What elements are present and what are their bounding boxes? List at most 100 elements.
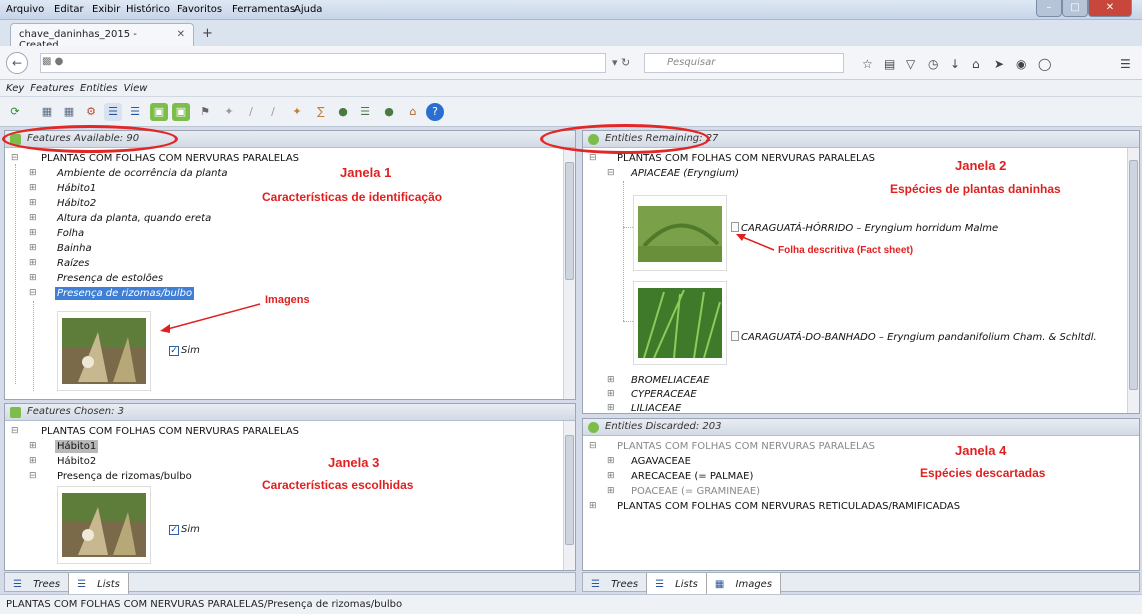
home-app-icon[interactable]: ⌂ [404, 103, 422, 121]
expand-icon[interactable]: ⊞ [607, 486, 615, 496]
species-item[interactable]: CARAGUATÁ-DO-BANHADO – Eryngium pandanif… [731, 331, 1097, 343]
download-icon[interactable]: ↓ [950, 57, 960, 71]
app-menu-key[interactable]: Key [6, 83, 24, 94]
tree-root[interactable]: PLANTAS COM FOLHAS COM NERVURAS RETICULA… [617, 501, 960, 512]
bookmark-star-icon[interactable]: ☆ [862, 57, 873, 71]
maximize-icon[interactable]: □ [1062, 0, 1088, 17]
tree-root[interactable]: PLANTAS COM FOLHAS COM NERVURAS PARALELA… [617, 441, 875, 452]
expand-icon[interactable]: ⊞ [29, 213, 37, 223]
formula-icon[interactable]: ∑ [312, 103, 330, 121]
close-window-icon[interactable]: ✕ [1088, 0, 1132, 17]
pandanifolium-image-thumbnail[interactable] [633, 281, 727, 365]
menu-exibir[interactable]: Exibir [92, 4, 120, 15]
home-icon[interactable]: ⌂ [972, 57, 980, 71]
feature-item[interactable]: Presença de estolões [57, 273, 163, 284]
feature-item[interactable]: Hábito1 [57, 183, 96, 194]
addon-icon[interactable]: ◯ [1038, 57, 1051, 71]
discarded-item[interactable]: AGAVACEAE [631, 456, 691, 467]
app-menu-view[interactable]: View [123, 83, 147, 94]
restart-icon[interactable]: ⟳ [6, 103, 24, 121]
list-help-icon[interactable]: ☰ [356, 103, 374, 121]
separate-icon[interactable]: ▦ [60, 103, 78, 121]
chosen-item[interactable]: Hábito2 [57, 456, 96, 467]
menu-favoritos[interactable]: Favoritos [177, 4, 222, 15]
collapse-icon[interactable]: ⊟ [589, 441, 597, 451]
close-tab-icon[interactable]: ✕ [177, 29, 185, 40]
expand-icon[interactable]: ⊞ [607, 375, 615, 385]
menu-editar[interactable]: Editar [54, 4, 84, 15]
list-view-icon[interactable]: ☰ [126, 103, 144, 121]
family-item[interactable]: LILIACEAE [631, 403, 681, 413]
collapse-icon[interactable]: ⊟ [11, 153, 19, 163]
tab-trees[interactable]: ☰ Trees [5, 573, 68, 596]
new-tab-icon[interactable]: + [202, 26, 213, 41]
expand-icon[interactable]: ⊞ [29, 168, 37, 178]
expand-icon[interactable]: ⊞ [607, 471, 615, 481]
tab-lists[interactable]: ☰ Lists [68, 573, 129, 596]
tab-images[interactable]: ▦ Images [706, 573, 782, 596]
pin-icon[interactable]: ✦ [288, 103, 306, 121]
tree-view-icon[interactable]: ☰ [104, 103, 122, 121]
url-bar[interactable] [40, 53, 606, 73]
menu-historico[interactable]: Histórico [126, 4, 170, 15]
entities-green-icon[interactable]: ▣ [150, 103, 168, 121]
collapse-icon[interactable]: ⊟ [589, 153, 597, 163]
family-item[interactable]: CYPERACEAE [631, 389, 697, 400]
family-item[interactable]: BROMELIACEAE [631, 375, 709, 386]
share-icon[interactable]: ➤ [994, 57, 1004, 71]
features-available-scrollbar[interactable] [563, 148, 575, 399]
chosen-item-selected[interactable]: Hábito1 [55, 440, 99, 453]
expand-icon[interactable]: ⊞ [29, 183, 37, 193]
expand-icon[interactable]: ⊞ [29, 456, 37, 466]
menu-ajuda[interactable]: Ajuda [294, 4, 322, 15]
help-icon[interactable]: ? [426, 103, 444, 121]
feature-item[interactable]: Raízes [57, 258, 89, 269]
app-menu-features[interactable]: Features [30, 83, 74, 94]
history-icon[interactable]: ◷ [928, 57, 938, 71]
expand-icon[interactable]: ⊞ [29, 441, 37, 451]
entities-green-icon-2[interactable]: ▣ [172, 103, 190, 121]
collapse-icon[interactable]: ⊟ [29, 471, 37, 481]
scrollbar-thumb[interactable] [1129, 160, 1138, 390]
tree-root[interactable]: PLANTAS COM FOLHAS COM NERVURAS PARALELA… [41, 153, 299, 164]
entities-remaining-scrollbar[interactable] [1127, 148, 1139, 413]
reading-list-icon[interactable]: ▤ [884, 57, 895, 71]
feature-item[interactable]: Hábito2 [57, 198, 96, 209]
horridum-image-thumbnail[interactable] [633, 195, 727, 271]
feature-item[interactable]: Ambiente de ocorrência da planta [57, 168, 227, 179]
expand-icon[interactable]: ⊞ [29, 258, 37, 268]
wand-icon[interactable]: ✦ [220, 103, 238, 121]
collapse-icon[interactable]: ⊟ [607, 168, 615, 178]
help-feature-icon[interactable]: ● [334, 103, 352, 121]
collapse-icon[interactable]: ⊟ [29, 288, 37, 298]
features-chosen-scrollbar[interactable] [563, 421, 575, 570]
family-item[interactable]: APIACEAE (Eryngium) [631, 168, 739, 179]
tree-root[interactable]: PLANTAS COM FOLHAS COM NERVURAS PARALELA… [617, 153, 875, 164]
collapse-icon[interactable]: ⊟ [11, 426, 19, 436]
help-entity-icon[interactable]: ● [380, 103, 398, 121]
expand-icon[interactable]: ⊞ [607, 403, 615, 413]
minimize-icon[interactable]: – [1036, 0, 1062, 17]
sim-checkbox[interactable]: ✓ Sim [169, 345, 200, 356]
tag-icon[interactable]: ⚑ [196, 103, 214, 121]
expand-icon[interactable]: ⊞ [29, 273, 37, 283]
tab-trees[interactable]: ☰ Trees [583, 573, 646, 596]
tab-lists[interactable]: ☰ Lists [646, 573, 707, 596]
tree-root[interactable]: PLANTAS COM FOLHAS COM NERVURAS PARALELA… [41, 426, 299, 437]
sim-checkbox[interactable]: ✓ Sim [169, 524, 200, 535]
expand-icon[interactable]: ⊞ [29, 243, 37, 253]
expand-icon[interactable]: ⊞ [607, 456, 615, 466]
discarded-item[interactable]: POACEAE (= GRAMINEAE) [631, 486, 760, 497]
app-menu-entities[interactable]: Entities [80, 83, 117, 94]
prune-icon[interactable]: ∕ [242, 103, 260, 121]
best-features-icon[interactable]: ▦ [38, 103, 56, 121]
expand-icon[interactable]: ⊞ [29, 228, 37, 238]
rhizome-image-thumbnail[interactable] [57, 486, 151, 564]
menu-arquivo[interactable]: Arquivo [6, 4, 44, 15]
expand-icon[interactable]: ⊞ [29, 198, 37, 208]
pocket-icon[interactable]: ▽ [906, 57, 915, 71]
scrollbar-thumb[interactable] [565, 162, 574, 280]
feature-item[interactable]: Altura da planta, quando ereta [57, 213, 211, 224]
chosen-item[interactable]: Presença de rizomas/bulbo [57, 471, 192, 482]
search-input[interactable]: Pesquisar [644, 53, 844, 73]
